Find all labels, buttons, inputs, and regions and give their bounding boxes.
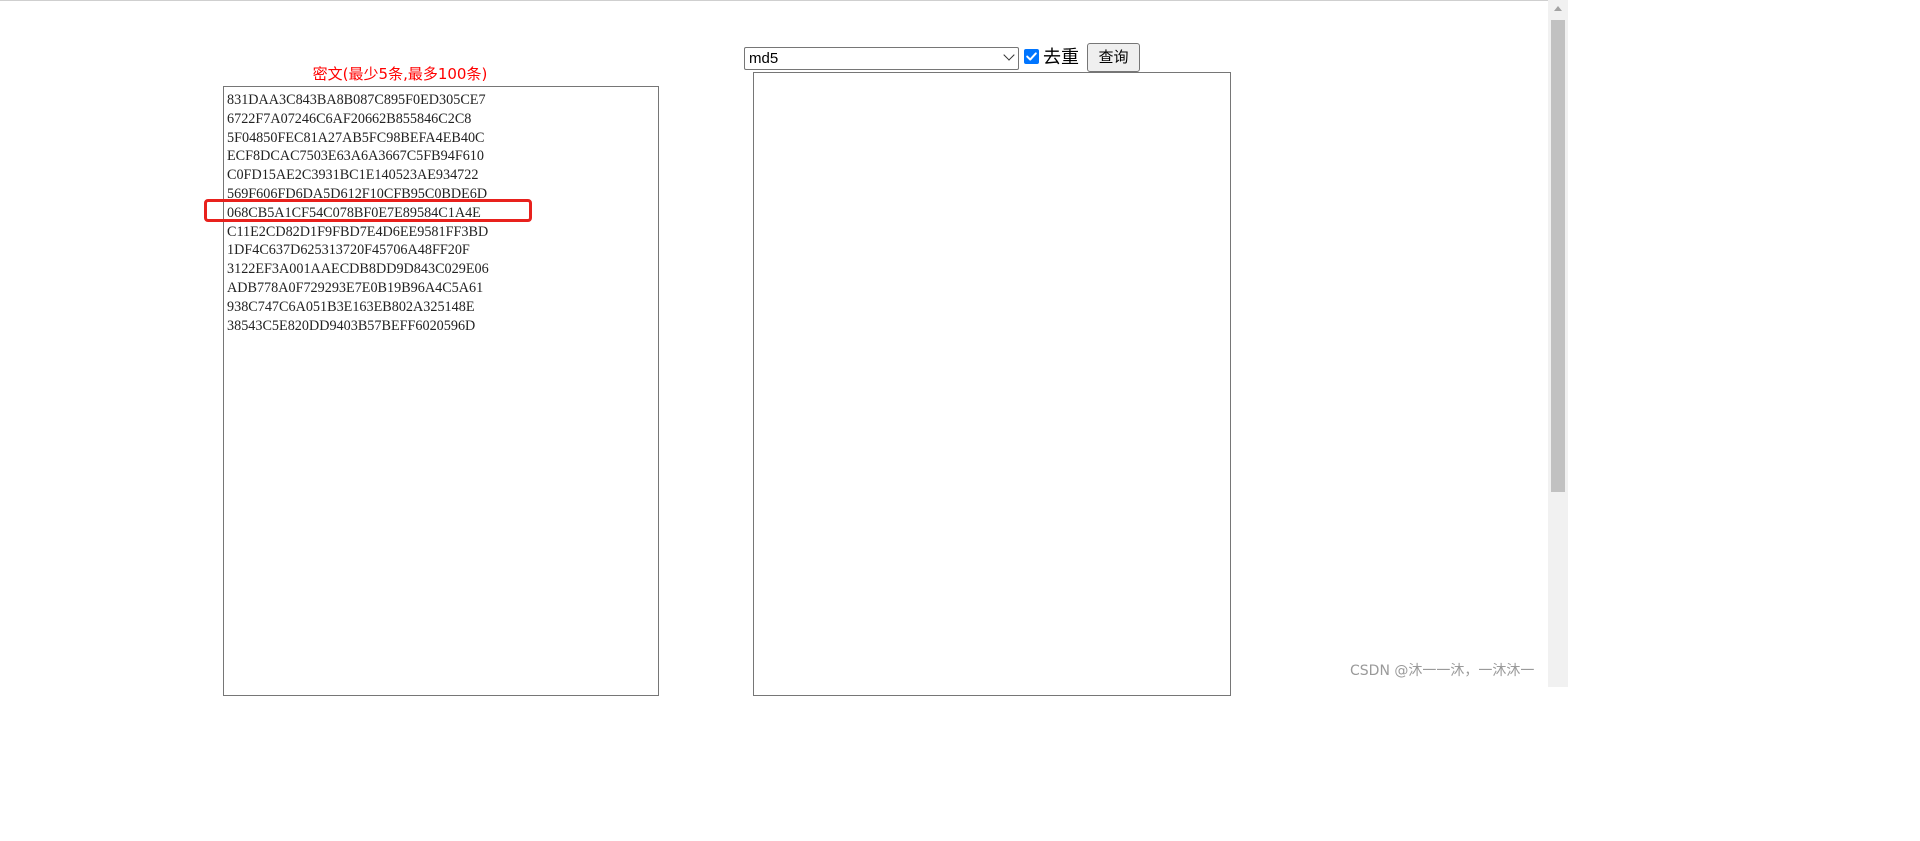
page-scrollbar[interactable] xyxy=(1548,0,1568,687)
csdn-watermark: CSDN @沐一一沐，一沐沐一 xyxy=(1350,663,1535,679)
query-button[interactable]: 查询 xyxy=(1087,43,1140,72)
cipher-label: 密文(最少5条,最多100条) xyxy=(312,65,488,83)
top-divider xyxy=(0,0,1568,1)
dedupe-label[interactable]: 去重 xyxy=(1043,46,1079,70)
scrollbar-thumb[interactable] xyxy=(1551,20,1565,492)
checkmark-icon xyxy=(1026,52,1037,61)
algorithm-select-value: md5 xyxy=(749,50,779,67)
result-textarea[interactable] xyxy=(753,72,1231,696)
cipher-textarea[interactable] xyxy=(223,86,659,696)
scroll-up-arrow-icon[interactable] xyxy=(1554,6,1562,11)
algorithm-select[interactable]: md5 xyxy=(744,47,1019,70)
highlight-annotation-box xyxy=(204,199,532,222)
dedupe-checkbox[interactable] xyxy=(1024,49,1039,64)
chevron-down-icon xyxy=(1003,49,1015,61)
